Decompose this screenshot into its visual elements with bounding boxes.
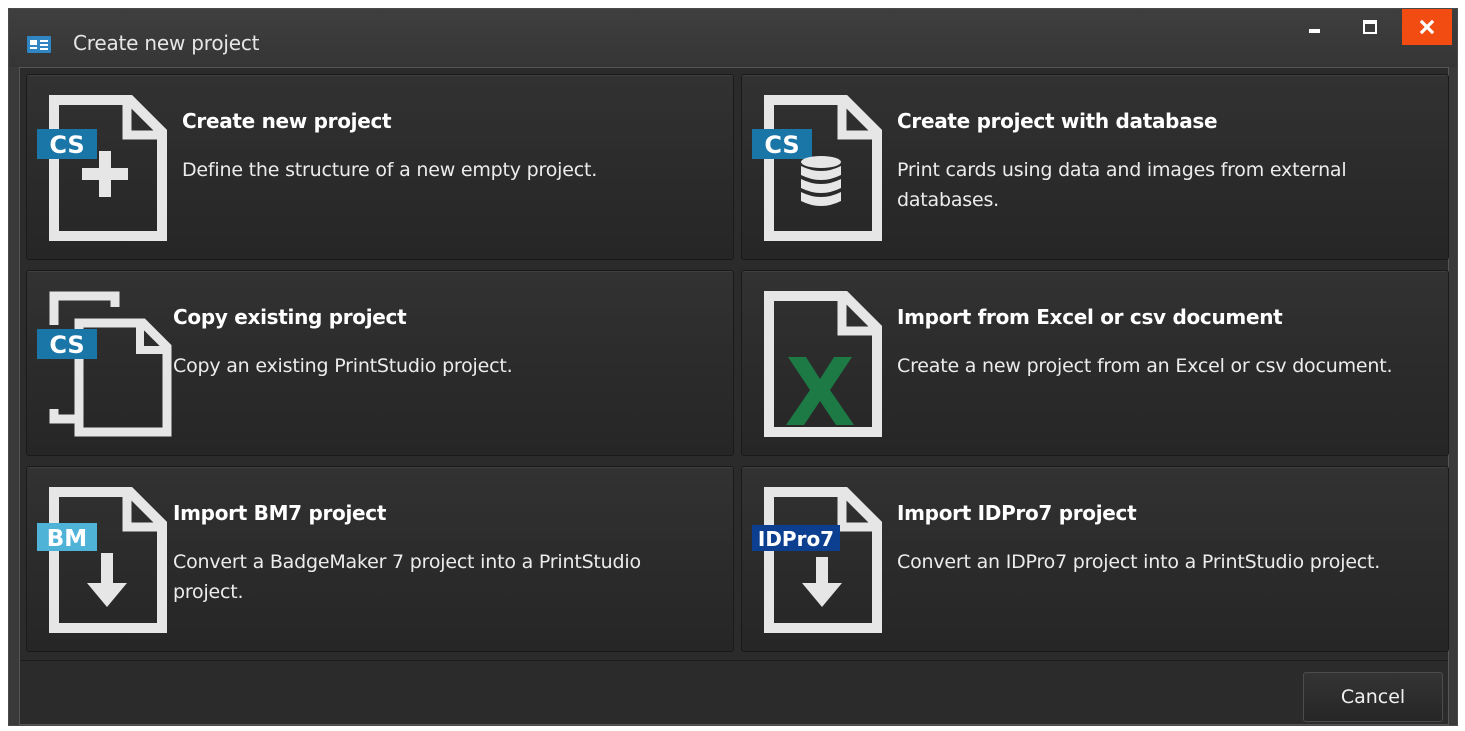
footer-divider <box>20 660 1448 661</box>
option-title: Import BM7 project <box>173 501 387 525</box>
new-document-icon: CS <box>37 95 167 241</box>
create-project-window: Create new project CS Create new project… <box>8 8 1458 726</box>
minimize-icon <box>1309 29 1320 33</box>
option-create-project-with-database[interactable]: CS Create project with database Print ca… <box>741 74 1449 260</box>
idpro-badge-text: IDPro7 <box>758 527 834 551</box>
cs-badge-text: CS <box>764 131 799 159</box>
options-panel: CS Create new project Define the structu… <box>19 67 1449 725</box>
option-description: Create a new project from an Excel or cs… <box>897 355 1393 377</box>
option-import-idpro7-project[interactable]: IDPro7 Import IDPro7 project Convert an … <box>741 466 1449 652</box>
maximize-button[interactable] <box>1349 9 1391 45</box>
close-button[interactable] <box>1402 9 1452 45</box>
option-description: Convert an IDPro7 project into a PrintSt… <box>897 551 1381 573</box>
copy-documents-icon: CS <box>37 291 172 437</box>
arrow-down-icon <box>87 553 127 607</box>
option-title: Import IDPro7 project <box>897 501 1137 525</box>
option-import-excel-csv[interactable]: Import from Excel or csv document Create… <box>741 270 1449 456</box>
cancel-button[interactable]: Cancel <box>1303 672 1443 722</box>
database-document-icon: CS <box>752 95 882 241</box>
option-import-bm7-project[interactable]: BM Import BM7 project Convert a BadgeMak… <box>26 466 734 652</box>
database-icon <box>801 156 841 206</box>
option-description: Define the structure of a new empty proj… <box>182 159 598 181</box>
cs-badge-text: CS <box>49 131 84 159</box>
option-description: Copy an existing PrintStudio project. <box>173 355 513 377</box>
title-bar[interactable]: Create new project <box>9 9 1457 67</box>
window-title: Create new project <box>73 31 260 55</box>
option-title: Import from Excel or csv document <box>897 305 1283 329</box>
arrow-down-icon <box>802 557 842 607</box>
bm-badge-text: BM <box>47 526 87 552</box>
option-title: Create project with database <box>897 109 1218 133</box>
maximize-icon <box>1363 20 1377 34</box>
option-title: Copy existing project <box>173 305 407 329</box>
minimize-button[interactable] <box>1294 9 1336 45</box>
excel-document-icon <box>764 291 882 437</box>
import-document-icon: BM <box>37 487 167 633</box>
project-card-icon <box>27 36 51 53</box>
close-icon <box>1419 19 1435 35</box>
import-document-icon: IDPro7 <box>752 487 882 633</box>
excel-x-icon <box>786 357 854 425</box>
option-description: Print cards using data and images from e… <box>897 159 1347 211</box>
option-description: Convert a BadgeMaker 7 project into a Pr… <box>173 551 641 603</box>
option-create-new-project[interactable]: CS Create new project Define the structu… <box>26 74 734 260</box>
cs-badge-text: CS <box>49 331 84 359</box>
option-copy-existing-project[interactable]: CS Copy existing project Copy an existin… <box>26 270 734 456</box>
option-title: Create new project <box>182 109 392 133</box>
